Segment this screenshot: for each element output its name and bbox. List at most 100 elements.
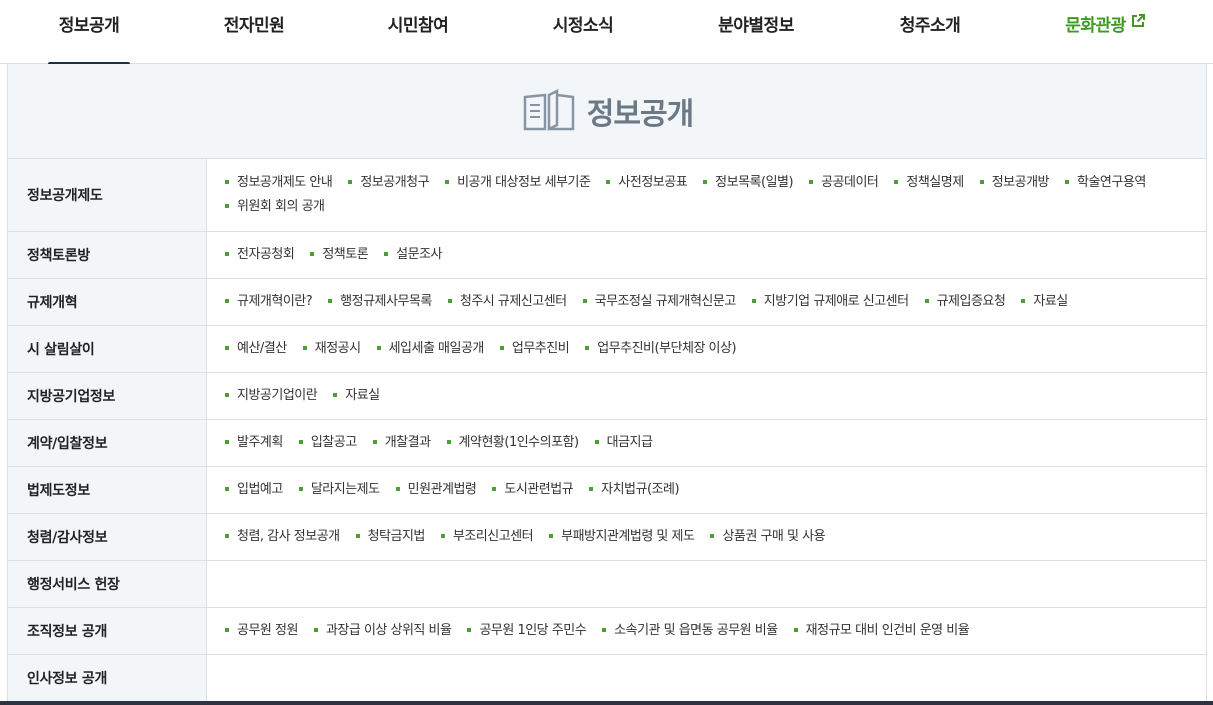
menu-row-links: 지방공기업이란 자료실 (207, 373, 1206, 419)
submenu-link[interactable]: 민원관계법령 (395, 481, 477, 499)
submenu-link[interactable]: 대금지급 (594, 434, 653, 452)
panel-header: 정보공개 (8, 64, 1206, 159)
submenu-link-label: 국무조정실 규제개혁신문고 (594, 294, 737, 309)
submenu-link[interactable]: 청주시 규제신고센터 (447, 293, 567, 311)
nav-item-city-news[interactable]: 시정소식 (541, 0, 625, 64)
submenu-link-label: 위원회 회의 공개 (237, 199, 325, 214)
bullet-icon (298, 486, 303, 491)
submenu-link[interactable]: 설문조사 (384, 246, 442, 264)
submenu-link[interactable]: 규제입증요청 (924, 293, 1006, 311)
submenu-link[interactable]: 지방공기업이란 (225, 387, 318, 405)
submenu-link-label: 행정규제사무목록 (340, 294, 432, 309)
nav-item-label: 분야별정보 (718, 16, 794, 36)
submenu-link-label: 정책실명제 (906, 175, 964, 190)
submenu-link[interactable]: 위원회 회의 공개 (225, 198, 325, 216)
submenu-link[interactable]: 개찰결과 (372, 434, 431, 452)
nav-item-label: 시정소식 (552, 16, 614, 36)
submenu-link[interactable]: 정보목록(일별) (703, 174, 794, 192)
menu-row-label[interactable]: 행정서비스 헌장 (8, 561, 207, 607)
submenu-link[interactable]: 자료실 (333, 387, 380, 405)
menu-row-label[interactable]: 정보공개제도 (8, 159, 207, 231)
bullet-icon (225, 298, 229, 303)
submenu-link[interactable]: 예산/결산 (225, 340, 287, 358)
submenu-link[interactable]: 공무원 1인당 주민수 (467, 622, 587, 640)
submenu-link[interactable]: 세입세출 매일공개 (376, 340, 484, 358)
submenu-link[interactable]: 재정규모 대비 인건비 운영 비율 (793, 622, 970, 640)
submenu-link[interactable]: 자치법규(조례) (589, 481, 680, 499)
submenu-link[interactable]: 정보공개청구 (348, 174, 430, 192)
submenu-link[interactable]: 소속기관 및 읍면동 공무원 비율 (602, 622, 778, 640)
submenu-link-label: 예산/결산 (237, 341, 287, 356)
menu-row: 정책토론방 전자공청회 정책토론 설문조사 (8, 232, 1206, 279)
submenu-link[interactable]: 달라지는제도 (298, 481, 380, 499)
submenu-link[interactable]: 규제개혁이란? (225, 293, 313, 311)
submenu-link-label: 과장급 이상 상위직 비율 (325, 623, 452, 638)
bullet-icon (979, 179, 984, 184)
submenu-link[interactable]: 정보공개제도 안내 (225, 174, 333, 192)
menu-row-label[interactable]: 정책토론방 (8, 232, 207, 278)
submenu-link[interactable]: 발주계획 (225, 434, 283, 452)
submenu-link[interactable]: 청탁금지법 (355, 528, 425, 546)
menu-row-links: 전자공청회 정책토론 설문조사 (207, 232, 1206, 278)
submenu-link[interactable]: 정책토론 (310, 246, 369, 264)
bullet-icon (585, 345, 590, 350)
submenu-link[interactable]: 비공개 대상정보 세부기준 (445, 174, 591, 192)
info-disclosure-mega-menu: 정보공개 정보공개제도 정보공개제도 안내 정보공개청구 비공개 대상정보 세부기준 사… (7, 64, 1207, 705)
submenu-link[interactable]: 국무조정실 규제개혁신문고 (582, 293, 737, 311)
nav-item-field-info[interactable]: 분야별정보 (703, 0, 809, 64)
nav-item-e-civil[interactable]: 전자민원 (212, 0, 296, 64)
menu-row-label[interactable]: 법제도정보 (8, 467, 207, 513)
bullet-icon (313, 627, 318, 632)
submenu-link[interactable]: 정보공개방 (979, 174, 1050, 192)
bullet-icon (751, 298, 756, 303)
submenu-link[interactable]: 도시관련법규 (492, 481, 574, 499)
submenu-link[interactable]: 입찰공고 (298, 434, 357, 452)
submenu-link[interactable]: 업무추진비 (499, 340, 570, 358)
submenu-link-label: 설문조사 (396, 247, 442, 262)
menu-row-label[interactable]: 조직정보 공개 (8, 608, 207, 654)
submenu-link[interactable]: 공무원 정원 (225, 622, 298, 640)
submenu-link[interactable]: 행정규제사무목록 (328, 293, 432, 311)
menu-row-label[interactable]: 지방공기업정보 (8, 373, 207, 419)
submenu-link-label: 발주계획 (237, 435, 283, 450)
submenu-link[interactable]: 학술연구용역 (1065, 174, 1146, 192)
submenu-link-label: 정보공개방 (991, 175, 1050, 190)
submenu-link[interactable]: 업무추진비(부단체장 이상) (585, 340, 737, 358)
submenu-link[interactable]: 사전정보공표 (606, 174, 688, 192)
bullet-icon (225, 439, 229, 444)
submenu-link[interactable]: 자료실 (1021, 293, 1068, 311)
submenu-link[interactable]: 부패방지관계법령 및 제도 (549, 528, 695, 546)
submenu-link[interactable]: 지방기업 규제애로 신고센터 (751, 293, 909, 311)
menu-row-label[interactable]: 인사정보 공개 (8, 655, 207, 701)
submenu-link[interactable]: 과장급 이상 상위직 비율 (313, 622, 452, 640)
bullet-icon (445, 179, 450, 184)
submenu-link-label: 달라지는제도 (310, 482, 380, 497)
menu-row: 정보공개제도 정보공개제도 안내 정보공개청구 비공개 대상정보 세부기준 사전정보공표… (8, 159, 1206, 232)
nav-item-culture-tourism[interactable]: 문화관광 (1052, 0, 1158, 64)
submenu-link[interactable]: 공공데이터 (809, 174, 879, 192)
submenu-link-label: 규제개혁이란? (237, 294, 313, 309)
bullet-icon (225, 345, 229, 350)
submenu-link[interactable]: 재정공시 (302, 340, 361, 358)
submenu-link[interactable]: 상품권 구매 및 사용 (710, 528, 826, 546)
menu-row-label[interactable]: 시 살림살이 (8, 326, 207, 372)
nav-item-citizen-participation[interactable]: 시민참여 (376, 0, 460, 64)
submenu-link[interactable]: 정책실명제 (894, 174, 964, 192)
menu-row-label[interactable]: 규제개혁 (8, 279, 207, 325)
bullet-icon (225, 627, 229, 632)
submenu-link[interactable]: 부조리신고센터 (440, 528, 534, 546)
submenu-link-label: 정보공개제도 안내 (237, 175, 333, 190)
submenu-link-label: 전자공청회 (237, 247, 295, 262)
menu-row-label[interactable]: 계약/입찰정보 (8, 420, 207, 466)
submenu-link[interactable]: 입법예고 (225, 481, 283, 499)
nav-item-info-disclosure[interactable]: 정보공개 (48, 0, 130, 66)
bullet-icon (298, 439, 303, 444)
submenu-link-label: 부패방지관계법령 및 제도 (561, 529, 695, 544)
submenu-link[interactable]: 계약현황(1인수의포함) (446, 434, 579, 452)
submenu-link[interactable]: 청렴, 감사 정보공개 (225, 528, 340, 546)
menu-row-label[interactable]: 청렴/감사정보 (8, 514, 207, 560)
bullet-icon (703, 179, 708, 184)
nav-item-cheongju-intro[interactable]: 청주소개 (888, 0, 972, 64)
menu-row: 계약/입찰정보 발주계획 입찰공고 개찰결과 계약현황(1인수의포함) 대금지급 (8, 420, 1206, 467)
submenu-link[interactable]: 전자공청회 (225, 246, 295, 264)
